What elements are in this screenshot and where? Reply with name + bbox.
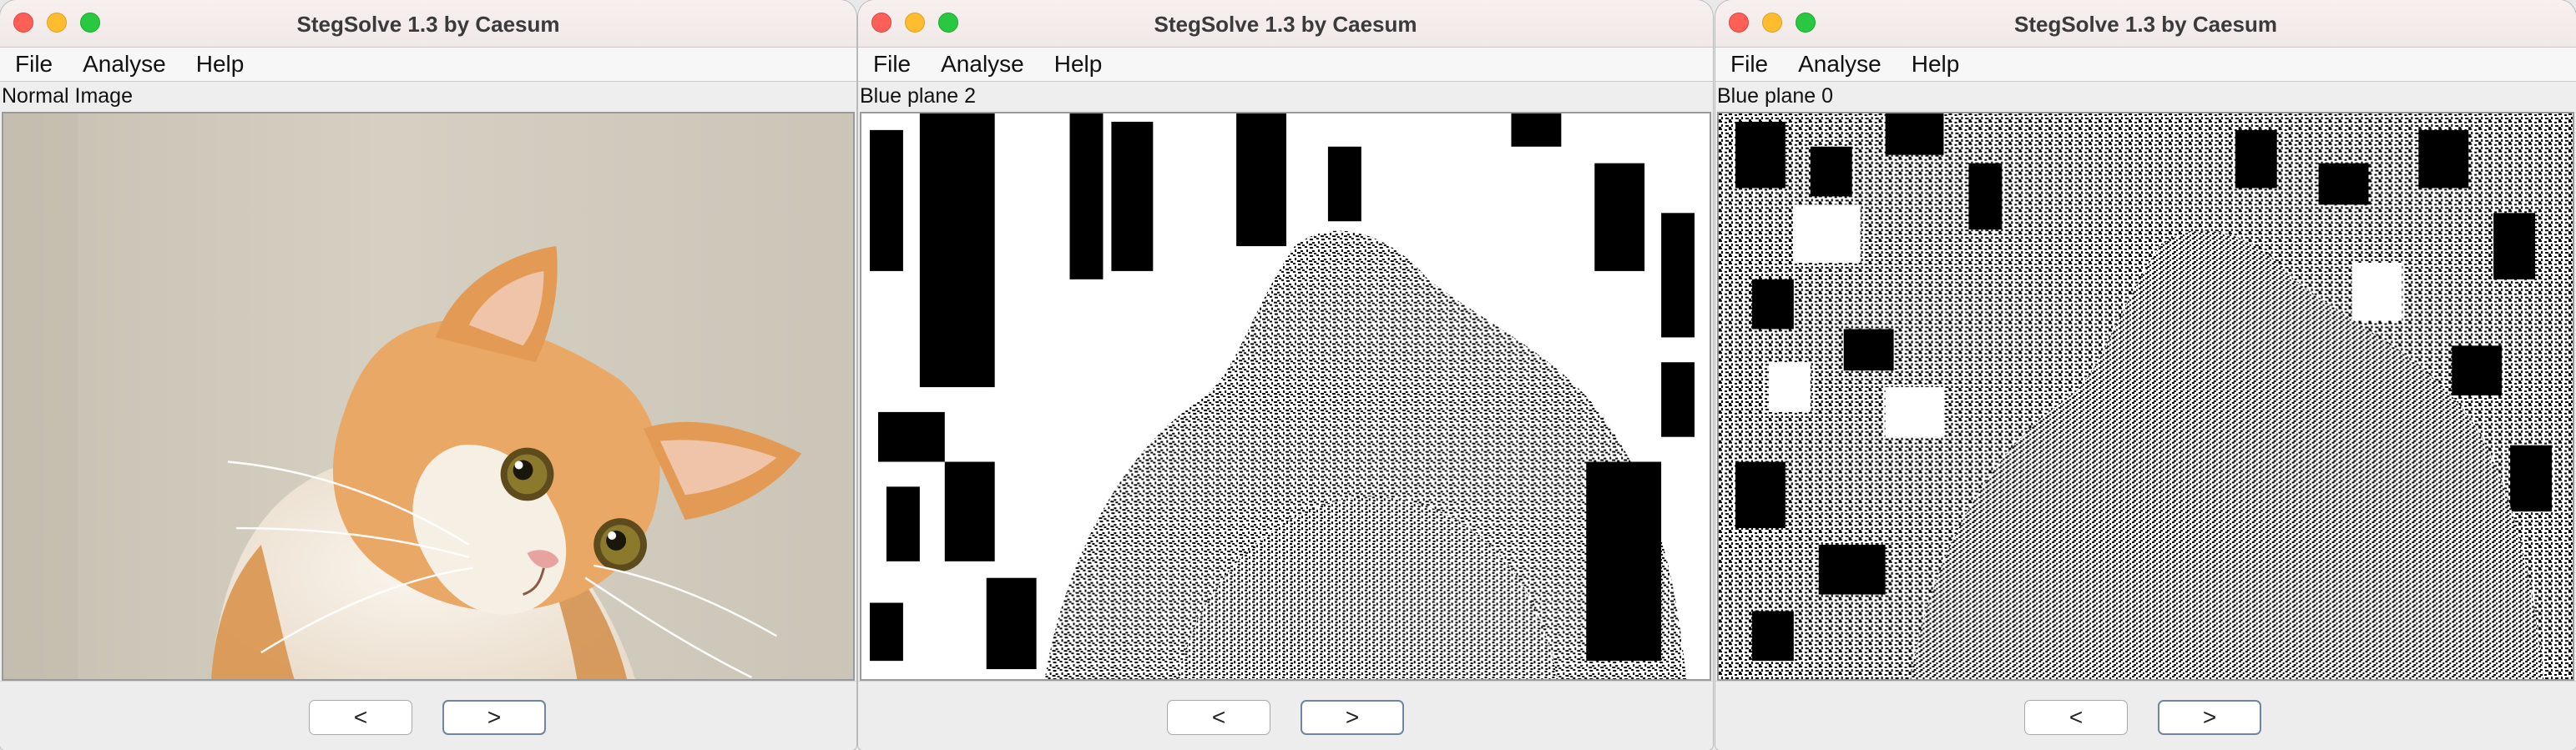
menu-file[interactable]: File (1730, 51, 1768, 78)
menu-help[interactable]: Help (1912, 51, 1960, 78)
title-bar[interactable]: StegSolve 1.3 by Caesum (1715, 0, 2576, 48)
menu-bar: File Analyse Help (1715, 48, 2576, 82)
next-button[interactable]: > (442, 700, 546, 735)
desktop: StegSolve 1.3 by Caesum File Analyse Hel… (0, 0, 2576, 750)
previous-button[interactable]: < (1167, 700, 1270, 735)
image-caption: Normal Image (0, 82, 856, 110)
bitplane-image (1719, 113, 2573, 679)
image-panel (1717, 112, 2574, 681)
title-bar[interactable]: StegSolve 1.3 by Caesum (0, 0, 856, 48)
menu-bar: File Analyse Help (858, 48, 1713, 82)
navigation-bar: < > (1715, 681, 2576, 750)
next-button[interactable]: > (2158, 700, 2261, 735)
image-panel (860, 112, 1711, 681)
menu-analyse[interactable]: Analyse (1798, 51, 1881, 78)
menu-file[interactable]: File (15, 51, 53, 78)
title-bar[interactable]: StegSolve 1.3 by Caesum (858, 0, 1713, 48)
navigation-bar: < > (0, 681, 856, 750)
stegsolve-window-normal: StegSolve 1.3 by Caesum File Analyse Hel… (0, 0, 856, 750)
previous-button[interactable]: < (2024, 700, 2128, 735)
menu-help[interactable]: Help (196, 51, 245, 78)
image-caption: Blue plane 0 (1715, 82, 2576, 110)
stegsolve-window-blue-plane-2: StegSolve 1.3 by Caesum File Analyse Hel… (858, 0, 1713, 750)
image-panel (2, 112, 855, 681)
image-caption: Blue plane 2 (858, 82, 1713, 110)
window-title: StegSolve 1.3 by Caesum (1154, 12, 1417, 37)
bitplane-image (861, 113, 1710, 679)
menu-bar: File Analyse Help (0, 48, 856, 82)
previous-button[interactable]: < (309, 700, 412, 735)
stegsolve-window-blue-plane-0: StegSolve 1.3 by Caesum File Analyse Hel… (1715, 0, 2576, 750)
window-title: StegSolve 1.3 by Caesum (296, 12, 560, 37)
next-button[interactable]: > (1301, 700, 1404, 735)
menu-help[interactable]: Help (1054, 51, 1103, 78)
cat-photo (3, 113, 853, 679)
menu-file[interactable]: File (873, 51, 911, 78)
navigation-bar: < > (858, 681, 1713, 750)
menu-analyse[interactable]: Analyse (83, 51, 166, 78)
window-title: StegSolve 1.3 by Caesum (2013, 12, 2278, 37)
menu-analyse[interactable]: Analyse (941, 51, 1024, 78)
